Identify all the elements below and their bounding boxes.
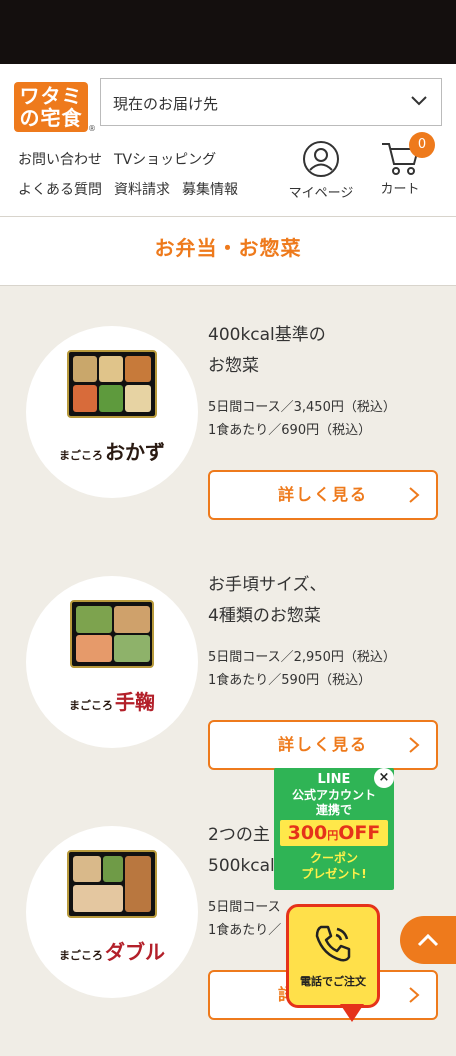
scroll-to-top-button[interactable]: [400, 916, 456, 964]
cart-count-badge: 0: [409, 132, 435, 158]
details-button[interactable]: 詳しく見る: [208, 720, 438, 770]
header-links: お問い合わせ TVショッピング よくある質問 資料請求 募集情報: [18, 150, 238, 206]
coupon-amount: 300円OFF: [280, 820, 388, 846]
link-faq[interactable]: よくある質問: [18, 180, 102, 206]
section-title: お弁当・お惣菜: [0, 217, 456, 286]
product-okazu: まごころ おかず 400kcal基準の お惣菜 5日間コース／3,450円（税込）…: [0, 316, 456, 556]
details-button[interactable]: 詳しく見る: [208, 470, 438, 520]
chevron-right-icon: [409, 737, 420, 753]
product-title: お手頃サイズ、 4種類のお惣菜: [208, 575, 327, 626]
mypage-button[interactable]: マイページ: [282, 140, 360, 201]
line-banner-line2: 公式アカウント: [291, 788, 376, 802]
cart-label: カート: [380, 182, 420, 197]
delivery-address-select[interactable]: 現在のお届け先: [100, 78, 442, 126]
line-banner-line4: クーポン: [309, 851, 358, 865]
user-icon: [303, 141, 339, 177]
bento-tray-image: [67, 350, 157, 418]
product-image[interactable]: まごころ ダブル: [26, 826, 198, 998]
delivery-address-value: [237, 85, 427, 119]
product-price: 5日間コース／3,450円（税込） 1食あたり／690円（税込）: [208, 400, 396, 438]
chevron-up-icon: [417, 933, 439, 947]
close-icon[interactable]: ×: [374, 768, 394, 788]
logo-line-1: ワタミ: [19, 84, 83, 108]
product-image[interactable]: まごころ 手鞠: [26, 576, 198, 748]
link-recruiting[interactable]: 募集情報: [182, 180, 238, 206]
phone-order-button[interactable]: 電話でご注文: [286, 904, 380, 1008]
chevron-right-icon: [409, 987, 420, 1003]
link-brochure-request[interactable]: 資料請求: [114, 180, 170, 206]
chevron-down-icon: [411, 96, 427, 106]
delivery-address-label: 現在のお届け先: [113, 95, 219, 113]
site-header: ワタミ の宅食 ® 現在のお届け先 お問い合わせ TVショッピング よくある質問…: [0, 64, 456, 217]
watami-logo[interactable]: ワタミ の宅食: [14, 82, 88, 132]
bento-tray-image: [67, 850, 157, 918]
link-tv-shopping[interactable]: TVショッピング: [114, 150, 216, 176]
line-banner-line3: 連携で: [315, 803, 352, 817]
product-price: 5日間コース／2,950円（税込） 1食あたり／590円（税込）: [208, 650, 396, 688]
phone-order-label: 電話でご注文: [300, 975, 366, 988]
logo-registered-mark: ®: [88, 124, 96, 133]
mypage-label: マイページ: [288, 186, 354, 201]
link-contact[interactable]: お問い合わせ: [18, 150, 102, 176]
chevron-right-icon: [409, 487, 420, 503]
bento-tray-image: [70, 600, 154, 668]
brand-logo-okazu: まごころ おかず: [59, 440, 165, 464]
product-title: 400kcal基準の お惣菜: [208, 325, 326, 376]
phone-order-tail: [340, 1004, 364, 1022]
logo-line-2: の宅食: [19, 106, 83, 130]
phone-icon: [315, 925, 351, 962]
brand-logo-double: まごころ ダブル: [59, 940, 165, 964]
details-button-label: 詳しく見る: [277, 735, 368, 754]
details-button-label: 詳しく見る: [277, 485, 368, 504]
brand-logo-temari: まごころ 手鞠: [69, 690, 155, 714]
line-coupon-banner[interactable]: LINE 公式アカウント 連携で 300円OFF クーポン プレゼント!: [274, 768, 394, 890]
product-image[interactable]: まごころ おかず: [26, 326, 198, 498]
status-bar: [0, 0, 456, 64]
line-banner-line5: プレゼント!: [301, 867, 367, 881]
